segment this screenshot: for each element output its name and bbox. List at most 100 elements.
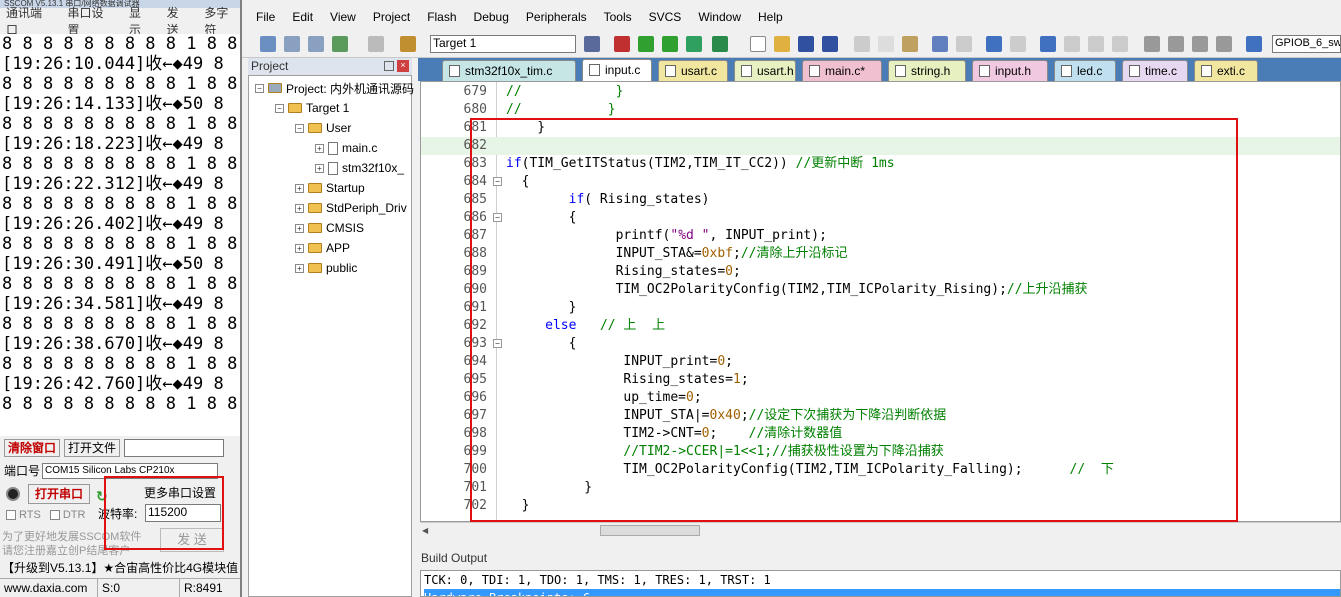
manage-components-icon[interactable] xyxy=(614,36,630,52)
tab-usart-c[interactable]: usart.c xyxy=(658,60,728,81)
load-icon[interactable] xyxy=(400,36,416,52)
dtr-checkbox[interactable] xyxy=(49,510,60,520)
expand-icon[interactable]: + xyxy=(295,183,304,193)
prev-bookmark-icon[interactable] xyxy=(1064,36,1080,52)
indent-icon[interactable] xyxy=(1144,36,1160,52)
ide-menu-view[interactable]: View xyxy=(330,10,356,24)
ide-menu-peripherals[interactable]: Peripherals xyxy=(526,10,587,24)
save-all-icon[interactable] xyxy=(822,36,838,52)
tab-exti-c[interactable]: exti.c xyxy=(1194,60,1258,81)
tree-group-public[interactable]: + public xyxy=(295,259,357,277)
horizontal-scrollbar[interactable]: ◀ xyxy=(420,522,1341,538)
navigate-forward-icon[interactable] xyxy=(1010,36,1026,52)
build-output-text[interactable]: TCK: 0, TDI: 1, TDO: 1, TMS: 1, TRES: 1,… xyxy=(420,570,1341,597)
ide-menu-window[interactable]: Window xyxy=(698,10,741,24)
bookmark-icon[interactable] xyxy=(1040,36,1056,52)
new-file-icon[interactable] xyxy=(750,36,766,52)
expand-icon[interactable]: + xyxy=(295,263,304,273)
tree-target[interactable]: − Target 1 xyxy=(275,99,349,117)
ide-menu-file[interactable]: File xyxy=(256,10,275,24)
expand-icon[interactable]: + xyxy=(295,223,304,233)
find-field[interactable]: GPIOB_6_sw xyxy=(1272,35,1341,53)
serial-menu-item[interactable]: 通讯端口 xyxy=(6,4,53,38)
rts-checkbox[interactable] xyxy=(6,510,16,520)
unindent-icon[interactable] xyxy=(1168,36,1184,52)
tree-root[interactable]: − Project: 内外机通讯源码 xyxy=(255,79,414,97)
ide-menu-tools[interactable]: Tools xyxy=(604,10,632,24)
scroll-left-icon[interactable]: ◀ xyxy=(422,526,428,535)
upgrade-banner[interactable]: 【升级到V5.13.1】★合宙高性价比4G模块值 xyxy=(2,559,240,576)
tree-file-stm32[interactable]: + stm32f10x_ xyxy=(315,159,404,177)
port-label: 端口号 xyxy=(4,464,41,478)
pin-icon[interactable] xyxy=(384,61,394,71)
tree-group-startup[interactable]: + Startup xyxy=(295,179,365,197)
collapse-icon[interactable]: − xyxy=(275,103,284,113)
tab-input-c[interactable]: input.c xyxy=(582,59,652,81)
serial-menu-item[interactable]: 串口设置 xyxy=(67,4,114,38)
tab-input-h[interactable]: input.h xyxy=(972,60,1048,81)
stop-build-icon[interactable] xyxy=(368,36,384,52)
redo-icon[interactable] xyxy=(956,36,972,52)
expand-icon[interactable]: + xyxy=(315,143,324,153)
serial-line: 8 8 8 8 8 8 8 8 8 1 8 8 xyxy=(2,34,238,54)
find-in-files-icon[interactable] xyxy=(1246,36,1262,52)
tab-usart-h[interactable]: usart.h xyxy=(734,60,796,81)
tab-main-c-[interactable]: main.c* xyxy=(802,60,882,81)
tab-time-c[interactable]: time.c xyxy=(1122,60,1188,81)
scrollbar-thumb[interactable] xyxy=(600,525,700,536)
select-packs-icon[interactable] xyxy=(638,36,654,52)
tab-string-h[interactable]: string.h xyxy=(888,60,966,81)
dtr-label: DTR xyxy=(62,509,86,521)
tree-group-stdperiph[interactable]: + StdPeriph_Driv xyxy=(295,199,407,217)
expand-icon[interactable]: + xyxy=(315,163,324,173)
copy-icon[interactable] xyxy=(878,36,894,52)
expand-icon[interactable]: + xyxy=(295,243,304,253)
batch-build-icon[interactable] xyxy=(332,36,348,52)
expand-icon[interactable]: + xyxy=(295,203,304,213)
paste-icon[interactable] xyxy=(902,36,918,52)
target-options-icon[interactable] xyxy=(584,36,600,52)
target-select[interactable]: Target 1 xyxy=(430,35,576,53)
clear-bookmarks-icon[interactable] xyxy=(1112,36,1128,52)
next-bookmark-icon[interactable] xyxy=(1088,36,1104,52)
build-icon[interactable] xyxy=(284,36,300,52)
ide-menu-project[interactable]: Project xyxy=(373,10,410,24)
tree-file-main[interactable]: + main.c xyxy=(315,139,377,157)
comment-icon[interactable] xyxy=(1192,36,1208,52)
serial-menu-item[interactable]: 多字符 xyxy=(204,4,240,38)
ide-menu-debug[interactable]: Debug xyxy=(474,10,509,24)
serial-menu-item[interactable]: 显示 xyxy=(129,4,153,38)
rebuild-icon[interactable] xyxy=(308,36,324,52)
uncomment-icon[interactable] xyxy=(1216,36,1232,52)
open-port-button[interactable]: 打开串口 xyxy=(28,484,90,504)
save-icon[interactable] xyxy=(798,36,814,52)
tab-led-c[interactable]: led.c xyxy=(1054,60,1116,81)
serial-receive-area[interactable]: 8 8 8 8 8 8 8 8 8 1 8 8 [19:26:10.044]收←◆… xyxy=(0,34,240,436)
serial-menu-item[interactable]: 发送 xyxy=(167,4,191,38)
undo-icon[interactable] xyxy=(932,36,948,52)
tree-group-user[interactable]: − User xyxy=(295,119,351,137)
debug-icon[interactable] xyxy=(712,36,728,52)
file-path-input[interactable] xyxy=(124,439,225,457)
tab-stm32f10x-tim-c[interactable]: stm32f10x_tim.c xyxy=(442,60,576,81)
tree-group-cmsis[interactable]: + CMSIS xyxy=(295,219,364,237)
ide-menu-help[interactable]: Help xyxy=(758,10,783,24)
ide-menu-flash[interactable]: Flash xyxy=(427,10,456,24)
ide-menu-svcs[interactable]: SVCS xyxy=(649,10,682,24)
status-website[interactable]: www.daxia.com xyxy=(0,578,98,597)
code-line[interactable]: 679 // } xyxy=(421,83,1340,101)
navigate-back-icon[interactable] xyxy=(986,36,1002,52)
env-icon[interactable] xyxy=(686,36,702,52)
open-file-icon[interactable] xyxy=(774,36,790,52)
tree-group-app[interactable]: + APP xyxy=(295,239,350,257)
collapse-icon[interactable]: − xyxy=(295,123,304,133)
cut-icon[interactable] xyxy=(854,36,870,52)
pack-installer-icon[interactable] xyxy=(662,36,678,52)
close-icon[interactable]: × xyxy=(397,60,409,72)
open-file-button[interactable]: 打开文件 xyxy=(64,439,121,457)
code-line[interactable]: 680 // } xyxy=(421,101,1340,119)
ide-menu-edit[interactable]: Edit xyxy=(292,10,313,24)
clear-window-button[interactable]: 清除窗口 xyxy=(4,439,61,457)
translate-icon[interactable] xyxy=(260,36,276,52)
collapse-icon[interactable]: − xyxy=(255,83,264,93)
